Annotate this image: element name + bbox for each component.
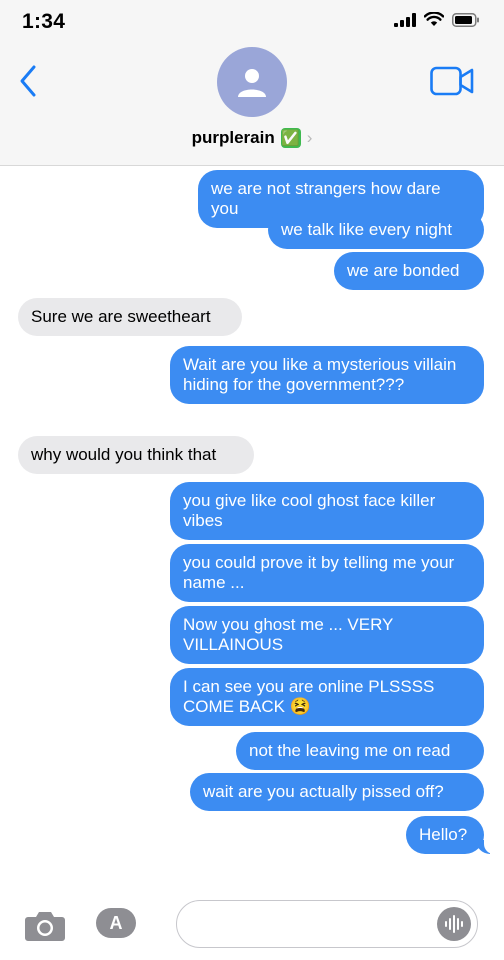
audio-record-button[interactable] (437, 907, 471, 941)
wifi-icon (424, 12, 444, 26)
back-chevron-icon (20, 65, 36, 97)
status-time: 1:34 (22, 10, 66, 33)
verified-check-badge: ✅ (280, 128, 301, 148)
message-thread: we are not strangers how dare you we tal… (0, 166, 504, 878)
message-bubble-outgoing[interactable]: I can see you are online PLSSSS COME BAC… (170, 668, 484, 726)
facetime-video-button[interactable] (430, 66, 474, 101)
message-input[interactable] (176, 900, 478, 948)
signal-icon (394, 12, 416, 27)
message-bubble-outgoing[interactable]: Wait are you like a mysterious villain h… (170, 346, 484, 404)
status-icons (394, 12, 480, 27)
message-bubble-incoming[interactable]: why would you think that (18, 436, 254, 474)
contact-avatar[interactable] (217, 47, 287, 117)
message-bubble-outgoing[interactable]: not the leaving me on read (236, 732, 484, 770)
message-bubble-outgoing[interactable]: we are bonded (334, 252, 484, 290)
message-bubble-outgoing[interactable]: wait are you actually pissed off? (190, 773, 484, 811)
message-bubble-incoming[interactable]: Sure we are sweetheart (18, 298, 242, 336)
app-store-icon: A (109, 912, 123, 933)
message-bubble-outgoing[interactable]: Hello? (406, 816, 496, 854)
back-button[interactable] (18, 64, 38, 103)
camera-button[interactable] (24, 910, 66, 947)
person-silhouette-icon (238, 69, 266, 97)
battery-icon (452, 12, 479, 27)
message-bubble-outgoing[interactable]: you could prove it by telling me your na… (170, 544, 484, 602)
camera-icon (25, 912, 65, 941)
message-bubble-outgoing[interactable]: we talk like every night (268, 211, 484, 249)
contact-details-link[interactable]: purplerain ✅ › (0, 128, 504, 148)
message-bubble-outgoing[interactable]: you give like cool ghost face killer vib… (170, 482, 484, 540)
message-bubble-outgoing[interactable]: Now you ghost me ... VERY VILLAINOUS (170, 606, 484, 664)
app-store-button[interactable]: A (96, 908, 136, 938)
conversation-header: 1:34 purplerain ✅ › (0, 0, 504, 166)
message-composer-bar: A (0, 878, 504, 960)
chevron-right-icon: › (306, 128, 313, 147)
contact-name: purplerain (191, 128, 275, 147)
audio-waveform-icon (445, 915, 463, 933)
video-camera-icon (430, 66, 474, 96)
